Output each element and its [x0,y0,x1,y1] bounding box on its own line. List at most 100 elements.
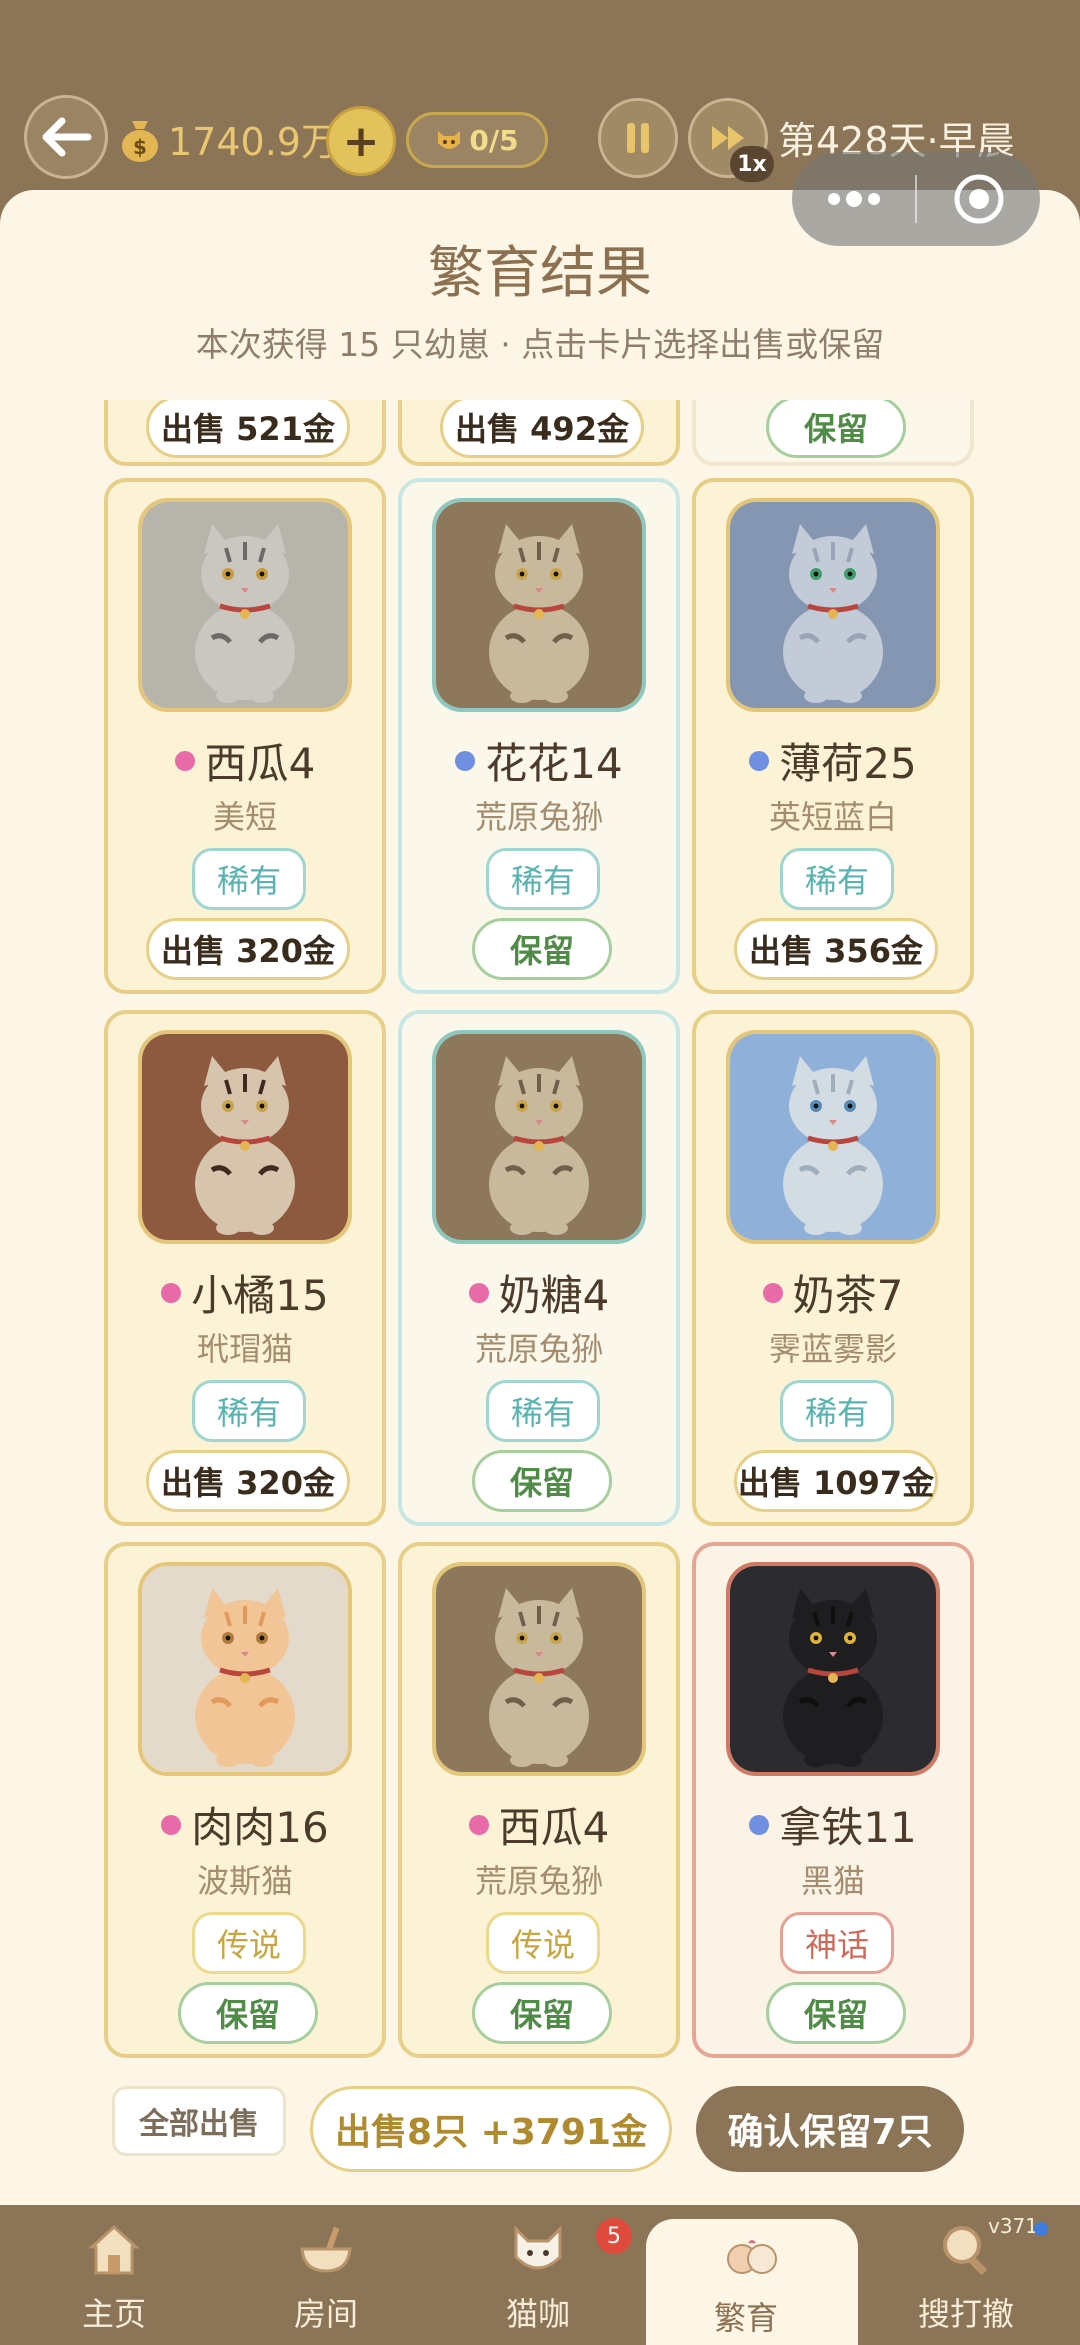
cat-name: 小橘15 [191,1271,329,1320]
cat-portrait-icon [730,1566,936,1772]
kitten-card[interactable]: 西瓜4 美短 稀有 出售 320金 [104,478,386,994]
cat-name: 拿铁11 [779,1803,917,1852]
cat-breed: 波斯猫 [196,1862,293,1900]
tab-search-label: 搜打撤 [917,2295,1014,2333]
page-subtitle: 本次获得 15 只幼崽 · 点击卡片选择出售或保留 [195,325,885,364]
cat-portrait [432,1562,646,1776]
kitten-card[interactable]: 奶茶7 霁蓝雾影 稀有 出售 1097金 [692,1010,974,1526]
version-dot [1034,2222,1048,2236]
close-miniprogram-button[interactable] [917,152,1040,246]
magnifier-icon [943,2226,988,2276]
cat-breed: 荒原兔狲 [474,798,603,836]
rarity-badge: 稀有 [192,1380,306,1442]
cat-name: 肉肉16 [191,1803,329,1852]
rarity-badge: 稀有 [486,848,600,910]
sell-summary-button[interactable]: 出售8只 +3791金 [310,2086,672,2172]
keep-button[interactable]: 保留 [766,1982,906,2044]
bottom-tab-bar: 主页 房间 猫咖 繁育 搜打撤 [0,2205,1080,2345]
keep-button[interactable]: 保留 [472,1982,612,2044]
cat-portrait [726,1562,940,1776]
kitten-card[interactable]: 出售 521金 [104,400,386,466]
miniprogram-capsule [792,152,1040,246]
keep-button[interactable]: 保留 [766,400,906,458]
tab-breed[interactable]: 繁育 [646,2219,858,2345]
gender-dot [468,1282,489,1303]
cat-portrait [138,498,352,712]
tab-cafe-label: 猫咖 [505,2295,570,2333]
kitten-card[interactable]: 花花14 荒原兔狲稀有保留 [398,478,680,994]
tab-home[interactable]: 主页 [14,2205,214,2345]
gender-dot [174,750,195,771]
sell-button[interactable]: 出售 492金 [440,400,644,458]
add-money-button[interactable]: + [326,106,396,176]
cat-portrait-icon [436,1566,642,1772]
cat-capacity-text: 0/5 [469,123,519,157]
cat-portrait [726,1030,940,1244]
tab-room[interactable]: 房间 [226,2205,426,2345]
kitten-card[interactable]: 西瓜4 荒原兔狲传说保留 [398,1542,680,2058]
sell-button[interactable]: 出售 1097金 [734,1450,938,1512]
kitten-grid[interactable]: 出售 521金 出售 492金 保留 西瓜4 美短 稀有 出售 320金 花花14 荒原兔狲 稀有… [0,400,1080,2068]
money-bag-icon: $ [122,121,158,162]
version-label: v371 [988,2214,1039,2238]
sell-all-button[interactable]: 全部出售 [112,2086,286,2156]
cat-portrait [726,498,940,712]
cat-portrait-icon [730,502,936,708]
keep-button[interactable]: 保留 [472,918,612,980]
rarity-badge: 神话 [780,1912,894,1974]
cat-portrait-icon [436,502,642,708]
gender-dot [455,750,476,771]
cat-portrait-icon [142,1034,348,1240]
kitten-card[interactable]: 奶糖4 荒原兔狲 稀有 保留 [398,1010,680,1526]
keep-button[interactable]: 保留 [178,1982,318,2044]
speed-indicator: 1x [730,146,774,182]
gender-dot [749,1814,770,1835]
cat-capacity: 0/5 [406,112,548,168]
kitten-card[interactable]: 保留 [692,400,974,466]
tab-breed-label: 繁育 [713,2299,778,2337]
cat-portrait [432,1030,646,1244]
cat-name-row: 肉肉16 [108,1794,382,1855]
cat-breed: 英短蓝白 [768,798,897,836]
kitten-card[interactable]: 出售 492金 [398,400,680,466]
rarity-badge: 传说 [486,1912,600,1974]
kitten-card[interactable]: 肉肉16 波斯猫传说保留 [104,1542,386,2058]
cat-name-row: 奶糖4 [402,1262,676,1323]
back-button[interactable] [24,95,108,179]
gender-dot [762,1282,783,1303]
svg-text:$: $ [133,135,147,159]
keep-button[interactable]: 保留 [472,1450,612,1512]
cat-name: 西瓜4 [204,739,316,788]
more-dots-icon [827,191,880,207]
rarity-badge: 传说 [192,1912,306,1974]
cat-portrait-icon [730,1034,936,1240]
money-amount: 1740.9万 [168,119,339,164]
kitten-card[interactable]: 小橘15 玳瑁猫稀有出售 320金 [104,1010,386,1526]
sell-button[interactable]: 出售 320金 [146,918,350,980]
sell-button[interactable]: 出售 356金 [734,918,938,980]
kitten-card[interactable]: 薄荷25 英短蓝白 稀有 出售 356金 [692,478,974,994]
cat-portrait-icon [142,502,348,708]
cat-name-row: 花花14 [402,730,676,791]
kitten-card[interactable]: 拿铁11 黑猫神话保留 [692,1542,974,2058]
sell-button[interactable]: 出售 320金 [146,1450,350,1512]
tab-home-label: 主页 [81,2295,146,2333]
money-display: $ 1740.9万 [118,108,339,168]
rarity-badge: 稀有 [192,848,306,910]
arrow-left-icon [42,117,92,157]
cat-couple-icon [727,2240,777,2274]
cat-name: 薄荷25 [779,739,917,788]
pause-button[interactable] [598,98,678,178]
target-circle-icon [954,174,1003,224]
sell-button[interactable]: 出售 521金 [146,400,350,458]
cat-portrait [138,1030,352,1244]
cat-breed: 玳瑁猫 [196,1330,293,1368]
cat-breed: 荒原兔狲 [474,1862,603,1900]
cat-breed: 霁蓝雾影 [768,1330,897,1368]
more-menu-button[interactable] [792,152,915,246]
cat-name-row: 西瓜4 [402,1794,676,1855]
cat-name-row: 西瓜4 [108,730,382,791]
cat-breed: 黑猫 [800,1862,865,1900]
confirm-keep-button[interactable]: 确认保留7只 [696,2086,964,2172]
cat-name: 奶糖4 [498,1271,610,1320]
